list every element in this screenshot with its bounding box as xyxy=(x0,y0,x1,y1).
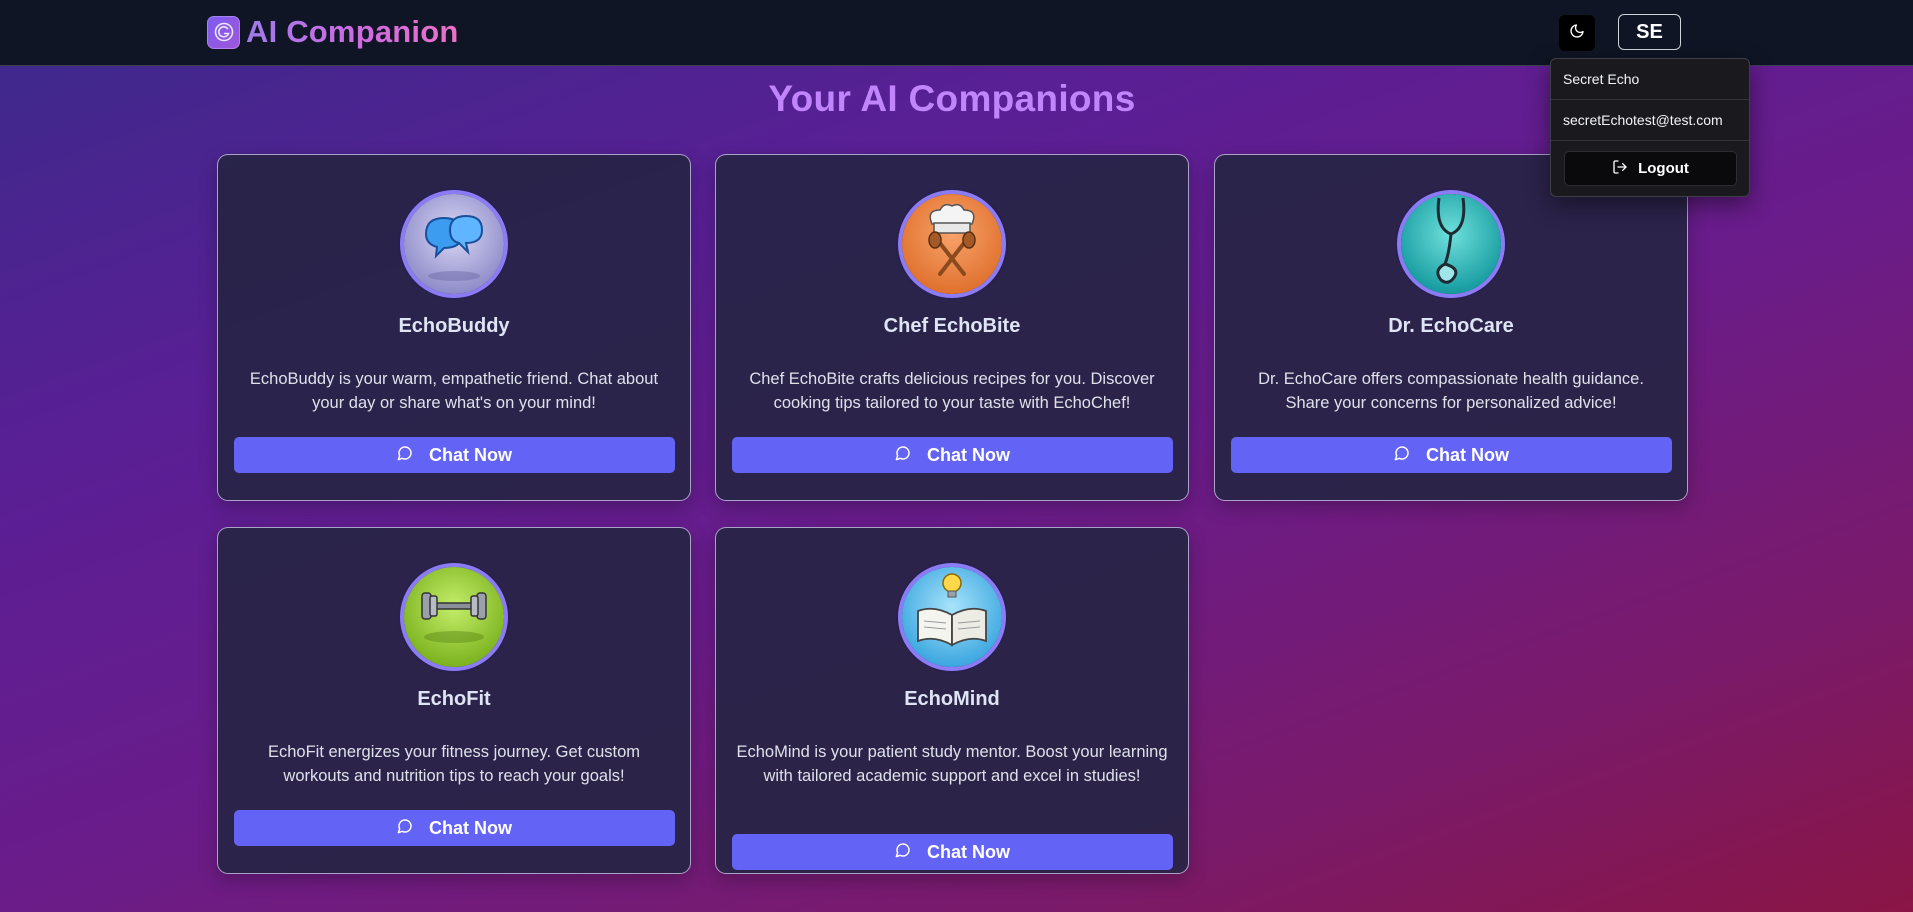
logout-label: Logout xyxy=(1638,160,1689,177)
chat-now-label: Chat Now xyxy=(1426,444,1509,465)
chat-now-button[interactable]: Chat Now xyxy=(732,834,1173,870)
brand[interactable]: AI Companion xyxy=(207,14,459,49)
companion-description: EchoMind is your patient study mentor. B… xyxy=(736,743,1168,785)
app-logo-icon xyxy=(207,15,240,49)
chat-bubble-icon xyxy=(1394,445,1410,466)
chat-now-label: Chat Now xyxy=(429,444,512,465)
chat-now-label: Chat Now xyxy=(927,444,1010,465)
logout-button[interactable]: Logout xyxy=(1564,151,1737,186)
chat-bubble-icon xyxy=(895,842,911,863)
companion-name: EchoMind xyxy=(904,688,1000,710)
user-menu-email: secretEchotest@test.com xyxy=(1551,100,1749,141)
chat-bubble-icon xyxy=(397,818,413,839)
chat-now-label: Chat Now xyxy=(927,841,1010,862)
companion-description: Dr. EchoCare offers compassionate health… xyxy=(1258,370,1644,412)
stethoscope-icon xyxy=(1397,190,1505,298)
companion-card-echomind: EchoMind EchoMind is your patient study … xyxy=(715,527,1189,874)
chat-now-label: Chat Now xyxy=(429,817,512,838)
speech-bubbles-icon xyxy=(400,190,508,298)
companion-description: Chef EchoBite crafts delicious recipes f… xyxy=(749,370,1155,412)
user-menu-name: Secret Echo xyxy=(1551,59,1749,100)
book-lightbulb-icon xyxy=(898,563,1006,671)
moon-icon xyxy=(1569,23,1585,44)
chef-hat-icon xyxy=(898,190,1006,298)
chat-now-button[interactable]: Chat Now xyxy=(234,810,675,846)
companion-card-chef-echobite: Chef EchoBite Chef EchoBite crafts delic… xyxy=(715,154,1189,501)
companion-card-echofit: EchoFit EchoFit energizes your fitness j… xyxy=(217,527,691,874)
dumbbell-icon xyxy=(400,563,508,671)
chat-now-button[interactable]: Chat Now xyxy=(234,437,675,473)
companion-name: Dr. EchoCare xyxy=(1388,315,1514,337)
avatar-initials: SE xyxy=(1636,20,1663,43)
user-menu-dropdown: Secret Echo secretEchotest@test.com Logo… xyxy=(1550,58,1750,197)
chat-now-button[interactable]: Chat Now xyxy=(1231,437,1672,473)
companion-card-echobuddy: EchoBuddy EchoBuddy is your warm, empath… xyxy=(217,154,691,501)
logout-icon xyxy=(1612,159,1628,179)
companion-description: EchoBuddy is your warm, empathetic frien… xyxy=(249,370,659,412)
theme-toggle-button[interactable] xyxy=(1559,15,1595,51)
chat-bubble-icon xyxy=(895,445,911,466)
chat-now-button[interactable]: Chat Now xyxy=(732,437,1173,473)
top-navbar: AI Companion SE xyxy=(0,0,1913,66)
companion-card-dr-echocare: Dr. EchoCare Dr. EchoCare offers compass… xyxy=(1214,154,1688,501)
companion-name: EchoBuddy xyxy=(398,315,510,337)
companion-name: Chef EchoBite xyxy=(883,315,1021,337)
app-title: AI Companion xyxy=(246,14,459,49)
user-avatar-button[interactable]: SE xyxy=(1618,14,1681,50)
companion-name: EchoFit xyxy=(417,688,491,710)
companion-description: EchoFit energizes your fitness journey. … xyxy=(267,743,641,785)
chat-bubble-icon xyxy=(397,445,413,466)
